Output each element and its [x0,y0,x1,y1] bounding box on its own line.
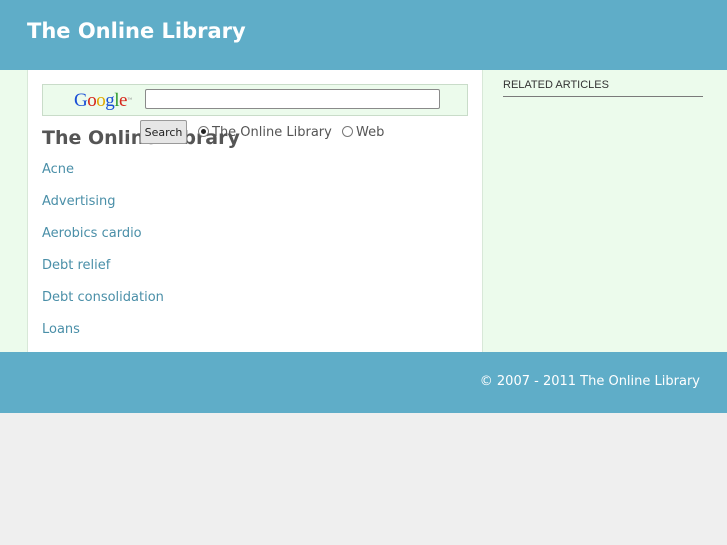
copyright-text: © 2007 - 2011 The Online Library [479,374,700,389]
link-aerobics-cardio[interactable]: Aerobics cardio [42,226,142,241]
radio-site[interactable] [198,126,209,137]
related-articles-heading: RELATED ARTICLES [503,78,703,97]
google-trademark: ™ [126,98,132,103]
radio-web[interactable] [341,126,353,137]
link-debt-relief[interactable]: Debt relief [42,258,110,273]
site-header: The Online Library [0,0,727,70]
search-scope-options: The Online Library Web [198,125,390,141]
radio-site-label: The Online Library [212,125,332,140]
content-wrapper: Google™ The Online Library Search The On… [0,70,727,352]
list-item: Aerobics cardio [42,222,164,254]
search-button[interactable]: Search [140,120,187,144]
google-search-box: Google™ [42,84,468,116]
list-item: Debt consolidation [42,286,164,318]
link-advertising[interactable]: Advertising [42,194,116,209]
link-acne[interactable]: Acne [42,162,74,177]
link-debt-consolidation[interactable]: Debt consolidation [42,290,164,305]
link-loans[interactable]: Loans [42,322,80,337]
site-title[interactable]: The Online Library [27,17,246,45]
sidebar: RELATED ARTICLES [503,78,703,97]
article-link-list: Acne Advertising Aerobics cardio Debt re… [42,158,164,350]
list-item: Advertising [42,190,164,222]
list-item: Debt relief [42,254,164,286]
site-footer: © 2007 - 2011 The Online Library [0,352,727,413]
google-logo: Google™ [74,90,132,111]
search-input[interactable] [145,89,440,109]
list-item: Loans [42,318,164,350]
main-content: Google™ The Online Library Search The On… [27,70,483,352]
radio-web-label: Web [355,125,385,140]
list-item: Acne [42,158,164,190]
